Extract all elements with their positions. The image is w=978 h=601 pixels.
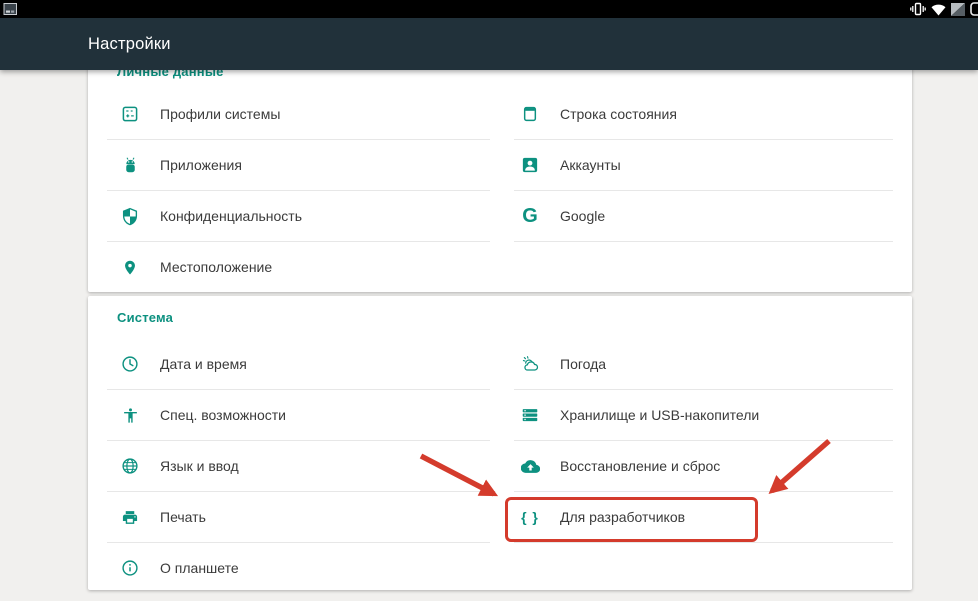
settings-item-accessibility[interactable]: Спец. возможности [107, 389, 490, 440]
settings-item-label: Приложения [160, 157, 242, 173]
location-pin-icon [118, 255, 142, 279]
divider [514, 241, 893, 242]
accounts-icon [518, 153, 542, 177]
settings-item-label: Печать [160, 509, 206, 525]
settings-item-label: Язык и ввод [160, 458, 239, 474]
card-personal-data: Личные данные [88, 70, 912, 292]
accessibility-icon [118, 403, 142, 427]
settings-item-label: Хранилище и USB-накопители [560, 407, 759, 423]
settings-item-label: Аккаунты [560, 157, 621, 173]
section-label-system: Система [117, 310, 173, 325]
privacy-shield-icon [118, 204, 142, 228]
wifi-icon [931, 3, 946, 16]
settings-item-accounts[interactable]: Аккаунты [514, 139, 893, 190]
status-bar [0, 0, 978, 18]
battery-icon [970, 2, 978, 16]
settings-item-language-input[interactable]: Язык и ввод [107, 440, 490, 491]
settings-content: Личные данные [0, 70, 978, 601]
signal-icon [951, 3, 965, 16]
settings-item-storage-usb[interactable]: Хранилище и USB-накопители [514, 389, 893, 440]
divider [514, 542, 893, 543]
settings-item-label: Восстановление и сброс [560, 458, 720, 474]
storage-icon [518, 403, 542, 427]
system-profiles-icon [118, 102, 142, 126]
android-settings-screen: Настройки Личные данные [0, 0, 978, 601]
page-title: Настройки [88, 18, 171, 70]
android-apps-icon [118, 153, 142, 177]
vibrate-icon [910, 2, 926, 16]
settings-item-privacy[interactable]: Конфиденциальность [107, 190, 490, 241]
settings-item-label: Профили системы [160, 106, 280, 122]
info-icon [118, 556, 142, 580]
section-label-personal: Личные данные [117, 70, 224, 79]
settings-item-system-profiles[interactable]: Профили системы [107, 88, 490, 139]
settings-item-label: Строка состояния [560, 106, 677, 122]
settings-item-backup-reset[interactable]: Восстановление и сброс [514, 440, 893, 491]
app-bar: Настройки [0, 18, 978, 70]
settings-item-label: О планшете [160, 560, 239, 576]
screenshot-thumbnail-icon [3, 2, 18, 16]
settings-item-label: Местоположение [160, 259, 272, 275]
settings-item-status-bar[interactable]: Строка состояния [514, 88, 893, 139]
weather-icon [518, 352, 542, 376]
settings-item-date-time[interactable]: Дата и время [107, 338, 490, 389]
settings-item-developer-options[interactable]: { } Для разработчиков [514, 491, 893, 542]
printer-icon [118, 505, 142, 529]
developer-options-icon: { } [518, 505, 542, 529]
settings-item-label: Google [560, 208, 605, 224]
clock-icon [118, 352, 142, 376]
settings-item-about-tablet[interactable]: О планшете [107, 542, 490, 593]
settings-item-printing[interactable]: Печать [107, 491, 490, 542]
settings-item-label: Дата и время [160, 356, 247, 372]
language-globe-icon [118, 454, 142, 478]
settings-item-google[interactable]: G Google [514, 190, 893, 241]
settings-item-location[interactable]: Местоположение [107, 241, 490, 292]
google-icon: G [518, 204, 542, 228]
settings-item-label: Спец. возможности [160, 407, 286, 423]
settings-item-label: Погода [560, 356, 606, 372]
status-bar-icon [518, 102, 542, 126]
settings-item-apps[interactable]: Приложения [107, 139, 490, 190]
settings-item-weather[interactable]: Погода [514, 338, 893, 389]
settings-item-label: Для разработчиков [560, 509, 685, 525]
backup-reset-icon [518, 454, 542, 478]
card-system: Система Дата и время [88, 296, 912, 590]
settings-item-label: Конфиденциальность [160, 208, 302, 224]
